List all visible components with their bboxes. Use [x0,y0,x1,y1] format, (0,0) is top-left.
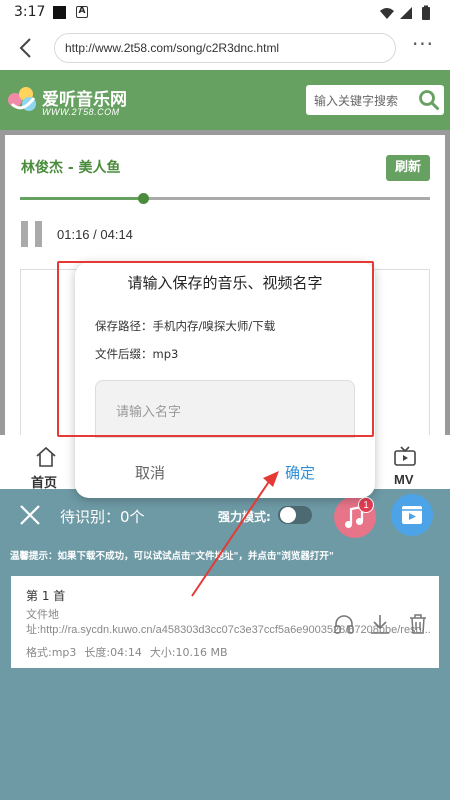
toggle-knob [280,507,296,523]
download-item-title: 第 1 首 [26,589,66,603]
status-bar: 3:17 A [0,0,450,26]
back-arrow-icon[interactable] [14,35,40,61]
dialog-title: 请输入保存的音乐、视频名字 [127,274,323,292]
site-subtitle: WWW.2T58.COM [42,107,120,117]
notification-a-icon: A [76,6,88,18]
status-time: 3:17 [14,4,46,20]
cancel-button[interactable]: 取消 [75,462,225,483]
save-name-dialog: 请输入保存的音乐、视频名字 保存路径：手机内存/嗅探大师/下载 文件后缀：mp3… [75,262,375,498]
file-length: 长度:04:14 [84,646,142,659]
name-input[interactable]: 请输入名字 [95,380,355,438]
site-search-box[interactable]: 输入关键字搜索 [306,85,444,115]
refresh-button[interactable]: 刷新 [386,155,430,181]
site-header: 爱听音乐网 WWW.2T58.COM 输入关键字搜索 [0,70,450,130]
nav-home[interactable]: 首页 [28,441,62,491]
progress-slider[interactable] [20,193,430,204]
file-format: 格式:mp3 [26,646,77,659]
progress-knob[interactable] [138,193,149,204]
close-icon[interactable] [18,503,42,527]
download-tip: 温馨提示：如果下载不成功，可以试试点击"文件地址"，并点击"浏览器打开" [10,551,334,562]
pending-count: 待识别：0个 [60,508,145,526]
force-mode-label: 强力模式: [218,510,271,524]
name-input-placeholder[interactable]: 请输入名字 [116,401,181,420]
nav-home-label: 首页 [31,476,58,491]
save-path-text: 保存路径：手机内存/嗅探大师/下载 [95,319,276,333]
music-badge: 1 [358,497,374,513]
file-extension-text: 文件后缀：mp3 [95,347,179,361]
signal-battery-icons [380,5,430,20]
download-item-meta: 格式:mp3 长度:04:14 大小:10.16 MB [26,644,236,660]
nav-mv[interactable]: MV [390,441,420,487]
download-icon[interactable] [369,613,391,635]
force-mode-toggle[interactable] [278,506,312,524]
browser-toolbar: http://www.2t58.com/song/c2R3dnc.html ··… [0,26,450,70]
site-search-placeholder[interactable]: 输入关键字搜索 [314,92,398,109]
download-item[interactable]: 第 1 首 文件地址:http://ra.sycdn.kuwo.cn/a4583… [11,576,439,668]
progress-fill [20,197,143,200]
trash-icon[interactable] [407,613,429,635]
file-size: 大小:10.16 MB [149,646,228,659]
site-logo-icon[interactable] [6,84,40,114]
confirm-button[interactable]: 确定 [225,462,375,483]
tv-icon [394,446,416,466]
song-title: 林俊杰 - 美人鱼 [21,160,121,176]
video-button[interactable] [391,494,433,536]
notification-square-icon [53,6,66,19]
more-options-icon[interactable]: ··· [410,34,436,58]
headphones-icon[interactable] [333,613,355,635]
pause-icon[interactable] [21,221,43,247]
video-icon [402,506,422,524]
search-icon[interactable] [418,89,440,111]
nav-mv-label: MV [394,472,414,487]
home-icon [36,446,56,467]
url-bar[interactable]: http://www.2t58.com/song/c2R3dnc.html [54,33,396,63]
playback-time: 01:16 / 04:14 [57,227,133,242]
file-address-link[interactable]: 文件地址:http://ra.sycdn.kuwo.cn/a458303d3cc… [26,608,431,638]
